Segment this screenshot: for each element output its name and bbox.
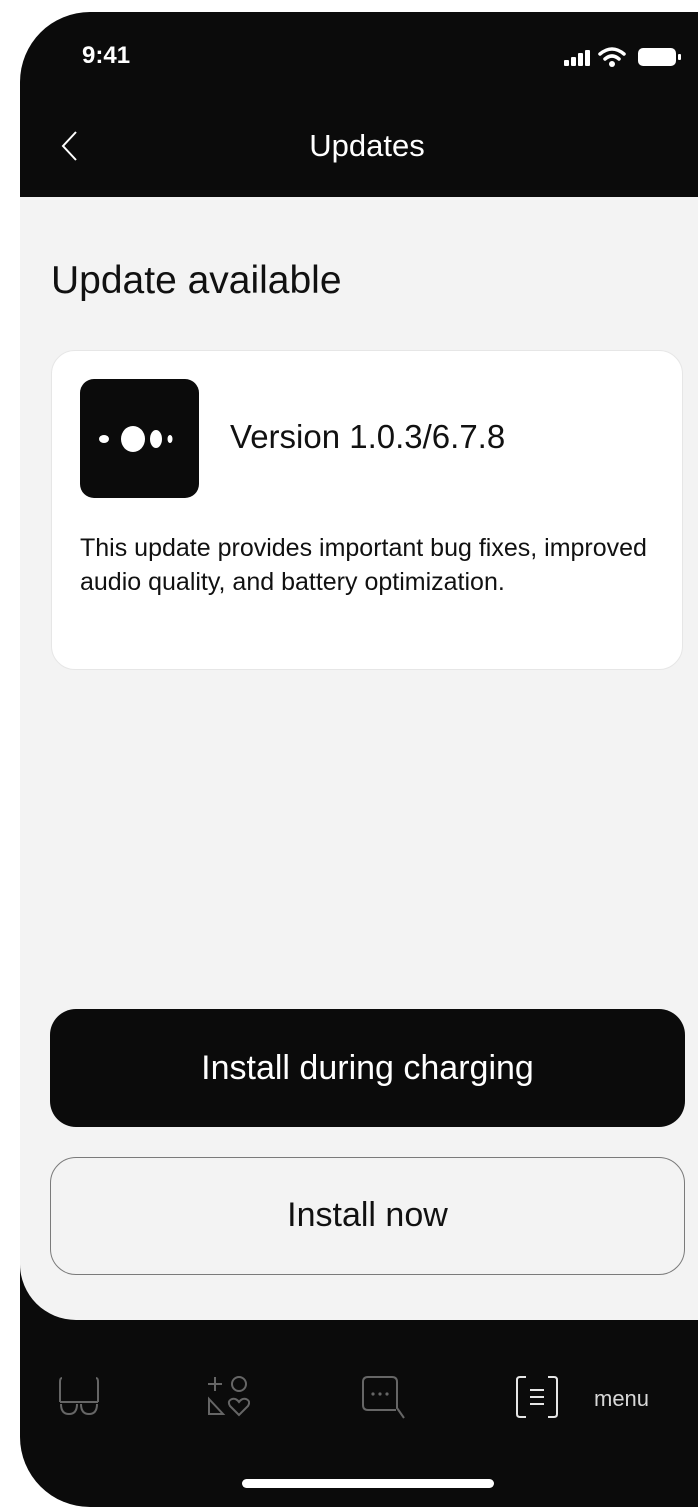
chat-icon <box>362 1376 405 1419</box>
status-time: 9:41 <box>82 42 131 69</box>
nav-bar: Updates <box>20 110 698 198</box>
home-indicator <box>242 1479 494 1488</box>
glasses-icon <box>59 1377 99 1416</box>
tab-bar: menu <box>20 1362 698 1442</box>
main-content: Update available Version 1.0.3/6.7.8 Thi… <box>20 197 698 1320</box>
install-now-button[interactable]: Install now <box>50 1157 685 1275</box>
update-description: This update provides important bug fixes… <box>80 534 647 596</box>
tab-menu-label[interactable]: menu <box>594 1386 649 1412</box>
install-during-charging-button[interactable]: Install during charging <box>50 1009 685 1127</box>
tab-chat[interactable] <box>360 1374 406 1420</box>
tab-glasses[interactable] <box>58 1374 100 1416</box>
update-card: Version 1.0.3/6.7.8 This update provides… <box>51 350 683 670</box>
section-heading: Update available <box>51 259 342 302</box>
battery-icon <box>638 48 681 66</box>
tab-menu[interactable] <box>514 1374 560 1420</box>
page-title: Updates <box>309 128 425 163</box>
device-logo-icon <box>80 379 199 498</box>
signal-icon <box>564 50 590 66</box>
tab-shapes[interactable] <box>206 1374 250 1418</box>
menu-icon <box>516 1376 558 1418</box>
status-bar: 9:41 <box>20 12 698 102</box>
version-text: Version 1.0.3/6.7.8 <box>230 418 506 455</box>
phone-frame: 9:41 Updates Update available Version 1.… <box>20 12 698 1507</box>
shapes-icon <box>208 1376 250 1417</box>
wifi-icon <box>598 47 626 67</box>
